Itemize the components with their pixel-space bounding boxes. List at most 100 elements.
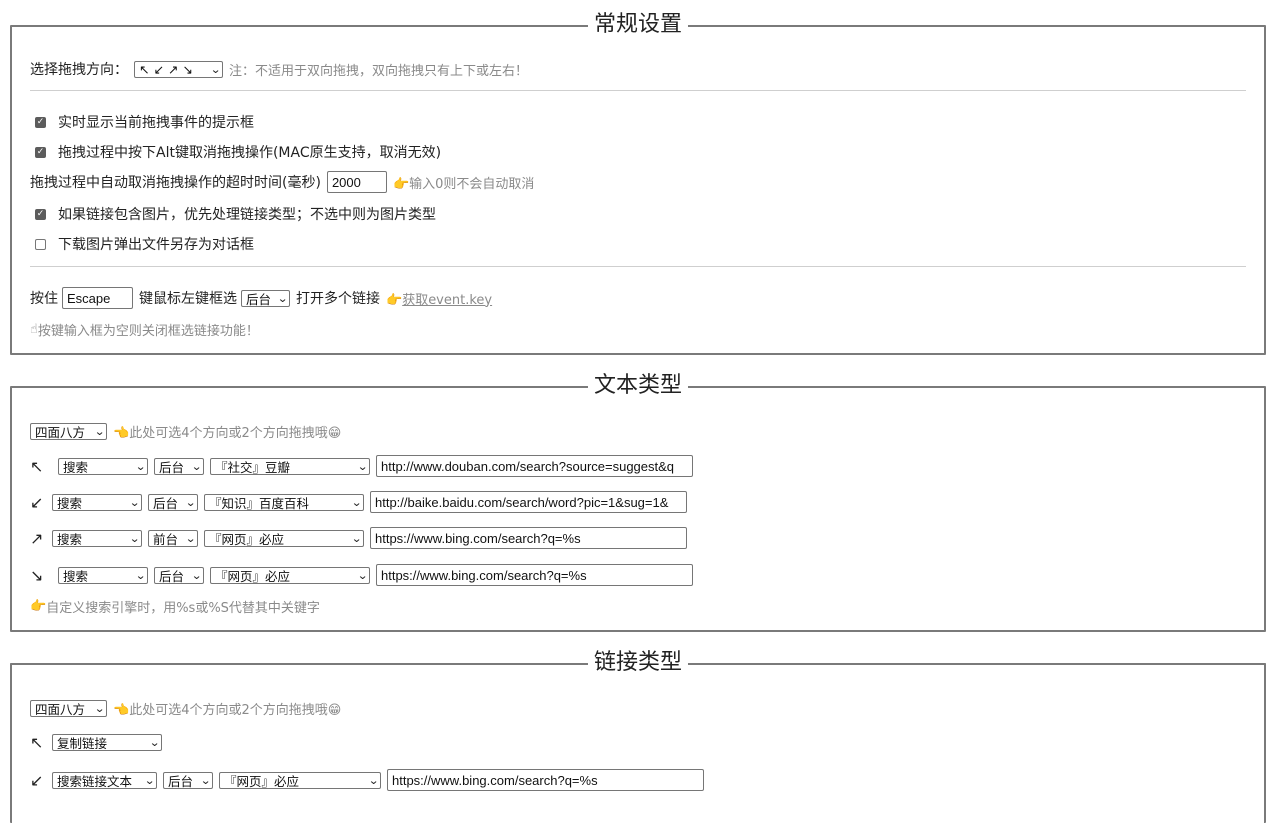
text-action-value: 搜索 — [63, 459, 89, 475]
chevron-down-icon: ⌄ — [93, 425, 105, 438]
text-tab-select[interactable]: 前台 ⌄ — [148, 529, 198, 547]
link-engine-value: 『网页』必应 — [224, 773, 300, 789]
save-dialog-row: 下载图片弹出文件另存为对话框 — [30, 234, 254, 254]
timeout-note: 输入0则不会自动取消 — [409, 176, 535, 192]
link-tab-value: 后台 — [168, 773, 194, 789]
text-footer-note-row: 👉 自定义搜索引擎时，用%s或%S代替其中关键字 — [30, 597, 320, 616]
text-url-input[interactable]: http://www.douban.com/search?source=sugg… — [376, 455, 693, 477]
timeout-input[interactable]: 2000 — [326, 171, 387, 193]
chevron-down-icon: ⌄ — [128, 531, 140, 545]
link-tab-select[interactable]: 后台 ⌄ — [163, 771, 213, 789]
text-engine-value: 『网页』必应 — [215, 568, 291, 584]
event-key-link-row: 👉获取event.key — [386, 289, 492, 308]
grin-icon: 😁 — [327, 703, 342, 718]
text-engine-select[interactable]: 『网页』必应 ⌄ — [210, 566, 370, 584]
link-engine-select[interactable]: 『网页』必应 ⌄ — [219, 771, 381, 789]
link-row-down-left: ↙ 搜索链接文本 ⌄ 后台 ⌄ 『网页』必应 ⌄ https://www.bing.c… — [30, 769, 704, 791]
save-dialog-checkbox[interactable] — [35, 238, 46, 250]
text-tab-select[interactable]: 后台 ⌄ — [148, 493, 198, 511]
text-row-down-right: ↘ 搜索 ⌄ 后台 ⌄ 『网页』必应 ⌄ https://www.bing.com/s… — [30, 564, 693, 586]
text-mode-note-row: 👈此处可选4个方向或2个方向拖拽哦😁 — [113, 422, 341, 441]
alt-cancel-label: 拖拽过程中按下Alt键取消拖拽操作(MAC原生支持，取消无效) — [58, 145, 442, 161]
chevron-down-icon: ⌄ — [134, 568, 146, 582]
link-url-input[interactable]: https://www.bing.com/search?q=%s — [387, 769, 704, 791]
chevron-down-icon: ⌄ — [199, 773, 211, 787]
hold-key-input[interactable]: Escape — [62, 287, 133, 309]
text-url-input[interactable]: https://www.bing.com/search?q=%s — [370, 527, 687, 549]
text-type-section: 文本类型 四面八方 ⌄ 👈此处可选4个方向或2个方向拖拽哦😁 ↖ 搜索 ⌄ 后台 ⌄… — [10, 373, 1266, 632]
text-tab-value: 后台 — [159, 459, 185, 475]
hold-note-row: ☝ 按键输入框为空则关闭框选链接功能！ — [30, 320, 259, 339]
link-mode-select[interactable]: 四面八方 ⌄ — [30, 700, 107, 717]
direction-note: 注：不适用于双向拖拽，双向拖拽只有上下或左右！ — [229, 63, 529, 79]
link-type-title: 链接类型 — [587, 650, 689, 676]
chevron-down-icon: ⌄ — [184, 495, 196, 509]
chevron-down-icon: ⌄ — [356, 459, 368, 473]
link-type-section: 链接类型 四面八方 ⌄ 👈此处可选4个方向或2个方向拖拽哦😁 ↖ 复制链接 ⌄ ↙… — [10, 650, 1266, 823]
alt-cancel-checkbox[interactable] — [35, 146, 46, 158]
chevron-down-icon: ⌄ — [350, 495, 362, 509]
text-footer-note: 自定义搜索引擎时，用%s或%S代替其中关键字 — [46, 601, 320, 616]
text-engine-select[interactable]: 『知识』百度百科 ⌄ — [204, 493, 364, 511]
hold-mid-text: 键鼠标左键框选 — [139, 291, 237, 307]
link-action-value: 搜索链接文本 — [57, 773, 133, 789]
pointing-left-icon: 👈 — [113, 426, 130, 441]
text-engine-select[interactable]: 『社交』豆瓣 ⌄ — [210, 457, 370, 475]
show-tip-label: 实时显示当前拖拽事件的提示框 — [58, 115, 254, 131]
text-action-select[interactable]: 搜索 ⌄ — [58, 566, 148, 584]
text-mode-note: 此处可选4个方向或2个方向拖拽哦 — [129, 426, 328, 441]
hold-mode-value: 后台 — [246, 291, 272, 307]
text-tab-select[interactable]: 后台 ⌄ — [154, 566, 204, 584]
link-priority-label: 如果链接包含图片，优先处理链接类型；不选中则为图片类型 — [58, 207, 436, 223]
link-priority-checkbox[interactable] — [35, 208, 46, 220]
timeout-note-row: 👉输入0则不会自动取消 — [393, 173, 534, 192]
link-action-select[interactable]: 复制链接 ⌄ — [52, 734, 162, 751]
event-key-link[interactable]: 获取event.key — [402, 293, 492, 308]
timeout-row: 拖拽过程中自动取消拖拽操作的超时时间(毫秒) 2000 👉输入0则不会自动取消 — [30, 171, 534, 193]
direction-select[interactable]: ↖ ↙ ↗ ↘ ⌄ — [134, 60, 223, 78]
chevron-down-icon: ⌄ — [350, 531, 362, 545]
chevron-down-icon: ⌄ — [209, 62, 221, 76]
link-mode-note-row: 👈此处可选4个方向或2个方向拖拽哦😁 — [113, 699, 341, 718]
hold-mode-select[interactable]: 后台 ⌄ — [241, 289, 290, 307]
chevron-down-icon: ⌄ — [93, 702, 105, 715]
text-mode-select[interactable]: 四面八方 ⌄ — [30, 423, 107, 440]
text-row-up-right: ↗ 搜索 ⌄ 前台 ⌄ 『网页』必应 ⌄ https://www.bing.com/s… — [30, 527, 687, 549]
text-tab-value: 后台 — [159, 568, 185, 584]
text-engine-select[interactable]: 『网页』必应 ⌄ — [204, 529, 364, 547]
text-mode-value: 四面八方 — [35, 425, 86, 440]
text-action-value: 搜索 — [57, 531, 83, 547]
pointing-right-icon: 👉 — [386, 292, 403, 308]
text-action-select[interactable]: 搜索 ⌄ — [52, 529, 142, 547]
alt-cancel-row: 拖拽过程中按下Alt键取消拖拽操作(MAC原生支持，取消无效) — [30, 142, 441, 162]
divider — [30, 90, 1246, 91]
link-mode-value: 四面八方 — [35, 702, 86, 717]
chevron-down-icon: ⌄ — [190, 459, 202, 473]
link-mode-row: 四面八方 ⌄ 👈此处可选4个方向或2个方向拖拽哦😁 — [30, 699, 341, 718]
text-url-input[interactable]: https://www.bing.com/search?q=%s — [376, 564, 693, 586]
arrow-down-left-icon: ↙ — [30, 492, 44, 512]
pointing-right-icon: 👉 — [392, 176, 410, 192]
arrow-up-left-icon: ↖ — [30, 733, 44, 752]
show-tip-row: 实时显示当前拖拽事件的提示框 — [30, 112, 254, 132]
pointing-right-icon: 👉 — [30, 599, 47, 614]
text-action-select[interactable]: 搜索 ⌄ — [52, 493, 142, 511]
text-engine-value: 『知识』百度百科 — [209, 495, 310, 511]
text-action-value: 搜索 — [57, 495, 83, 511]
show-tip-checkbox[interactable] — [35, 116, 46, 128]
text-url-input[interactable]: http://baike.baidu.com/search/word?pic=1… — [370, 491, 687, 513]
text-action-select[interactable]: 搜索 ⌄ — [58, 457, 148, 475]
hold-label: 按住 — [30, 291, 58, 307]
pointing-left-icon: 👈 — [113, 703, 130, 718]
text-mode-row: 四面八方 ⌄ 👈此处可选4个方向或2个方向拖拽哦😁 — [30, 422, 341, 441]
chevron-down-icon: ⌄ — [128, 495, 140, 509]
hold-note: 按键输入框为空则关闭框选链接功能！ — [37, 324, 259, 339]
chevron-down-icon: ⌄ — [276, 291, 288, 305]
text-tab-value: 前台 — [153, 531, 179, 547]
text-tab-select[interactable]: 后台 ⌄ — [154, 457, 204, 475]
link-action-select[interactable]: 搜索链接文本 ⌄ — [52, 771, 157, 789]
hold-tail-text: 打开多个链接 — [296, 291, 380, 307]
chevron-down-icon: ⌄ — [143, 773, 155, 787]
index-pointing-up-icon: ☝ — [30, 322, 38, 337]
text-row-down-left: ↙ 搜索 ⌄ 后台 ⌄ 『知识』百度百科 ⌄ http://baike.baidu.c… — [30, 491, 687, 513]
